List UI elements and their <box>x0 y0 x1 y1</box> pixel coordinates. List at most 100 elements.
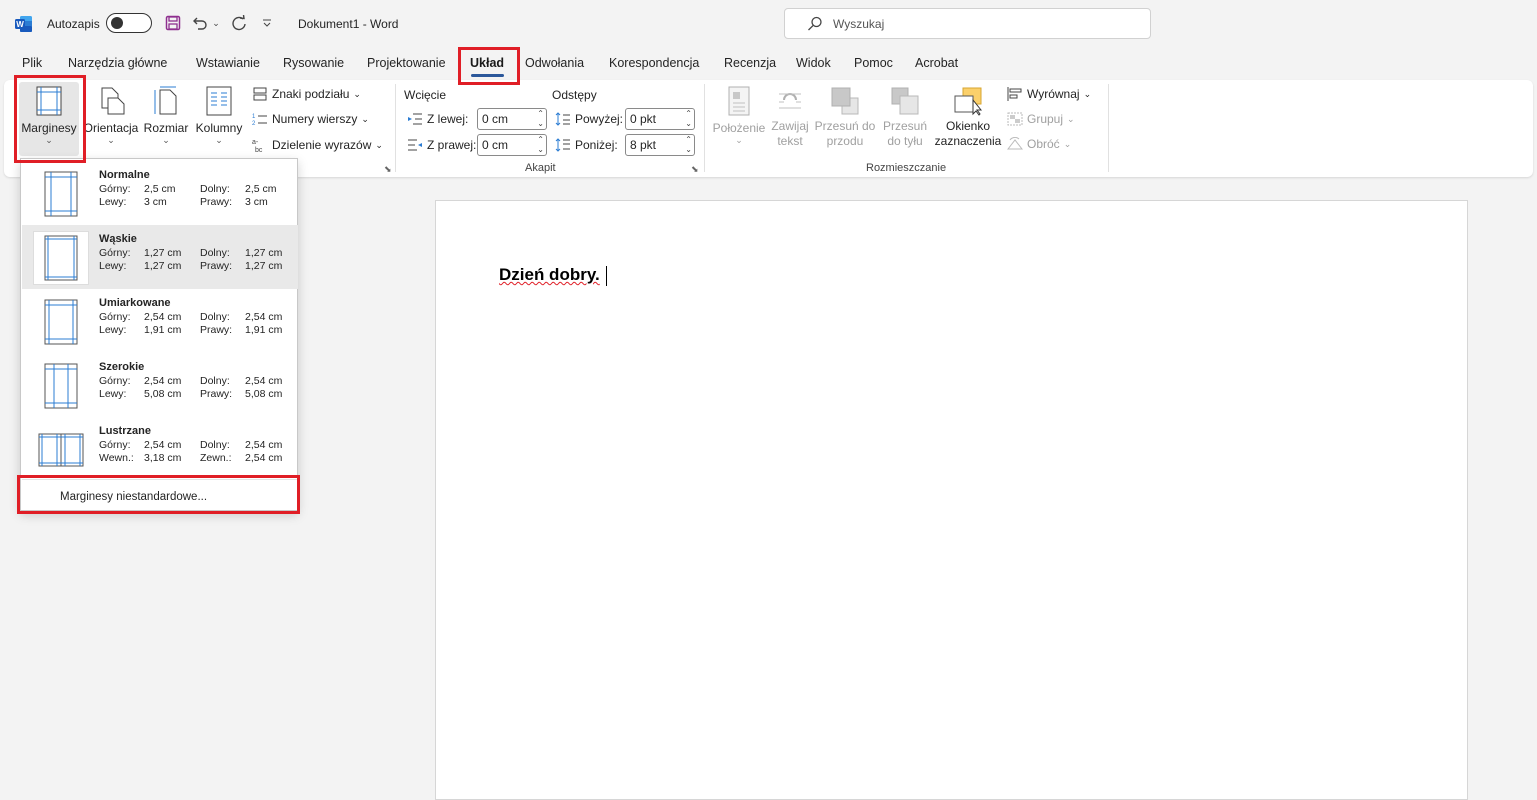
orientation-icon <box>101 87 125 115</box>
spacing-after-label: Poniżej: <box>575 138 618 152</box>
columns-label: Kolumny <box>195 121 243 135</box>
chevron-down-icon: ⌄ <box>162 135 170 145</box>
spinner-arrows-icon[interactable]: ⌃ ⌄ <box>685 135 692 155</box>
margin-option-mirrored[interactable]: Lustrzane Górny: 2,54 cm Dolny: 2,54 cm Wew… <box>22 417 298 481</box>
rotate-button[interactable]: Obróć ⌄ <box>1007 137 1071 151</box>
redo-icon[interactable] <box>229 13 249 33</box>
chevron-down-icon: ⌄ <box>107 135 115 145</box>
line-numbers-icon: 12 <box>252 114 267 126</box>
orientation-button[interactable]: Orientacja ⌄ <box>83 82 139 158</box>
send-backward-label-2: do tyłu <box>887 134 923 148</box>
chevron-down-icon: ⌄ <box>735 135 743 145</box>
tab-rysowanie[interactable]: Rysowanie <box>283 56 344 70</box>
margins-icon <box>36 86 62 116</box>
custom-margins-button[interactable]: Marginesy niestandardowe... <box>22 479 298 511</box>
send-backward-icon <box>891 87 919 115</box>
margin-option-normal[interactable]: Normalne Górny: 2,5 cm Dolny: 2,5 cm Lewy: 3… <box>22 161 298 225</box>
margin-option-name: Umiarkowane <box>99 297 171 309</box>
hyphenation-button[interactable]: a-bc Dzielenie wyrazów ⌄ <box>252 137 383 153</box>
send-backward-button[interactable]: Przesuń do tyłu <box>878 82 932 158</box>
spacing-before-input[interactable]: 0 pkt ⌃ ⌄ <box>625 108 695 130</box>
spinner-arrows-icon[interactable]: ⌃ ⌄ <box>685 109 692 129</box>
group-objects-button[interactable]: Grupuj ⌄ <box>1007 112 1075 126</box>
wrap-text-button[interactable]: Zawijaj tekst <box>768 82 812 158</box>
margin-option-narrow[interactable]: Wąskie Górny: 1,27 cm Dolny: 1,27 cm Lewy: 1… <box>22 225 298 289</box>
position-button[interactable]: Położenie ⌄ <box>710 82 768 158</box>
word-logo-icon: W <box>15 16 32 32</box>
indent-left-input[interactable]: 0 cm ⌃ ⌄ <box>477 108 547 130</box>
customize-toolbar-icon[interactable] <box>260 13 274 33</box>
indent-right-input[interactable]: 0 cm ⌃ ⌄ <box>477 134 547 156</box>
group-icon <box>1007 112 1023 126</box>
align-icon <box>1007 87 1022 101</box>
selection-pane-icon <box>954 87 983 116</box>
tab-wstawianie[interactable]: Wstawianie <box>196 56 260 70</box>
orientation-label: Orientacja <box>83 121 139 135</box>
indent-title: Wcięcie <box>404 88 447 102</box>
bring-forward-button[interactable]: Przesuń do przodu <box>812 82 878 158</box>
spacing-after-row: Poniżej: <box>555 138 618 152</box>
search-input[interactable] <box>833 15 1133 33</box>
svg-text:1: 1 <box>252 114 256 120</box>
spacing-after-icon <box>555 138 570 152</box>
tab-acrobat[interactable]: Acrobat <box>915 56 958 70</box>
rotate-icon <box>1007 137 1023 150</box>
margins-button[interactable]: Marginesy ⌄ <box>19 82 79 156</box>
columns-button[interactable]: Kolumny ⌄ <box>193 82 245 158</box>
line-numbers-button[interactable]: 12 Numery wierszy ⌄ <box>252 112 369 126</box>
tab-plik[interactable]: Plik <box>22 56 42 70</box>
search-box[interactable] <box>784 8 1151 39</box>
svg-text:bc: bc <box>255 147 263 153</box>
spinner-arrows-icon[interactable]: ⌃ ⌄ <box>537 109 544 129</box>
tab-pomoc[interactable]: Pomoc <box>854 56 893 70</box>
search-icon <box>808 16 822 31</box>
spinner-arrows-icon[interactable]: ⌃ ⌄ <box>537 135 544 155</box>
undo-dropdown-icon[interactable]: ⌄ <box>210 13 222 33</box>
breaks-icon <box>253 87 267 101</box>
page-setup-launcher-icon[interactable]: ⬊ <box>384 164 392 175</box>
selection-pane-button[interactable]: Okienko zaznaczenia <box>934 82 1002 158</box>
chevron-down-icon: ⌄ <box>215 135 223 145</box>
document-text-content: Dzień dobry. <box>499 265 600 284</box>
wrap-text-icon <box>779 93 801 109</box>
indent-left-row: Z lewej: <box>407 112 468 126</box>
breaks-button[interactable]: Znaki podziału ⌄ <box>252 87 361 101</box>
send-backward-label-1: Przesuń <box>882 119 928 133</box>
ribbon-tabs: Plik Narzędzia główne Wstawianie Rysowan… <box>0 46 1537 80</box>
wrap-text-label-2: tekst <box>777 134 803 148</box>
tab-projektowanie[interactable]: Projektowanie <box>367 56 446 70</box>
tab-odwolania[interactable]: Odwołania <box>525 56 584 70</box>
page-size-icon <box>154 86 177 115</box>
margin-option-moderate[interactable]: Umiarkowane Górny: 2,54 cm Dolny: 2,54 cm L… <box>22 289 298 353</box>
margin-option-wide[interactable]: Szerokie Górny: 2,54 cm Dolny: 2,54 cm Lewy… <box>22 353 298 417</box>
document-page[interactable] <box>435 200 1468 800</box>
active-tab-indicator <box>471 74 504 77</box>
tab-uklad[interactable]: Układ <box>470 56 504 70</box>
autosave-toggle[interactable] <box>106 13 152 33</box>
margin-preview-wide-icon <box>33 359 89 413</box>
tab-widok[interactable]: Widok <box>796 56 831 70</box>
spacing-after-value: 8 pkt <box>630 138 657 152</box>
tab-recenzja[interactable]: Recenzja <box>724 56 776 70</box>
paragraph-launcher-icon[interactable]: ⬊ <box>691 164 699 175</box>
margin-preview-mirrored-icon <box>33 423 89 477</box>
size-button[interactable]: Rozmiar ⌄ <box>143 82 189 158</box>
arrange-group-label: Rozmieszczanie <box>866 162 947 174</box>
wrap-text-label-1: Zawijaj <box>771 119 809 133</box>
bring-forward-label-2: przodu <box>826 134 864 148</box>
save-icon[interactable] <box>163 13 183 33</box>
hyphenation-icon: a-bc <box>252 139 263 153</box>
selection-pane-label-2: zaznaczenia <box>934 134 1002 148</box>
tab-korespondencja[interactable]: Korespondencja <box>609 56 699 70</box>
align-label: Wyrównaj <box>1027 87 1080 101</box>
undo-icon[interactable] <box>191 13 209 33</box>
document-text[interactable]: Dzień dobry. <box>499 265 600 285</box>
breaks-label: Znaki podziału <box>272 87 350 101</box>
tab-narzedzia-glowne[interactable]: Narzędzia główne <box>68 56 167 70</box>
spacing-before-value: 0 pkt <box>630 112 657 126</box>
spacing-before-icon <box>555 112 570 126</box>
align-button[interactable]: Wyrównaj ⌄ <box>1007 87 1091 101</box>
spacing-after-input[interactable]: 8 pkt ⌃ ⌄ <box>625 134 695 156</box>
margins-dropdown-menu: Normalne Górny: 2,5 cm Dolny: 2,5 cm Lewy: 3… <box>20 158 298 511</box>
custom-margins-label: Marginesy niestandardowe... <box>60 491 208 503</box>
